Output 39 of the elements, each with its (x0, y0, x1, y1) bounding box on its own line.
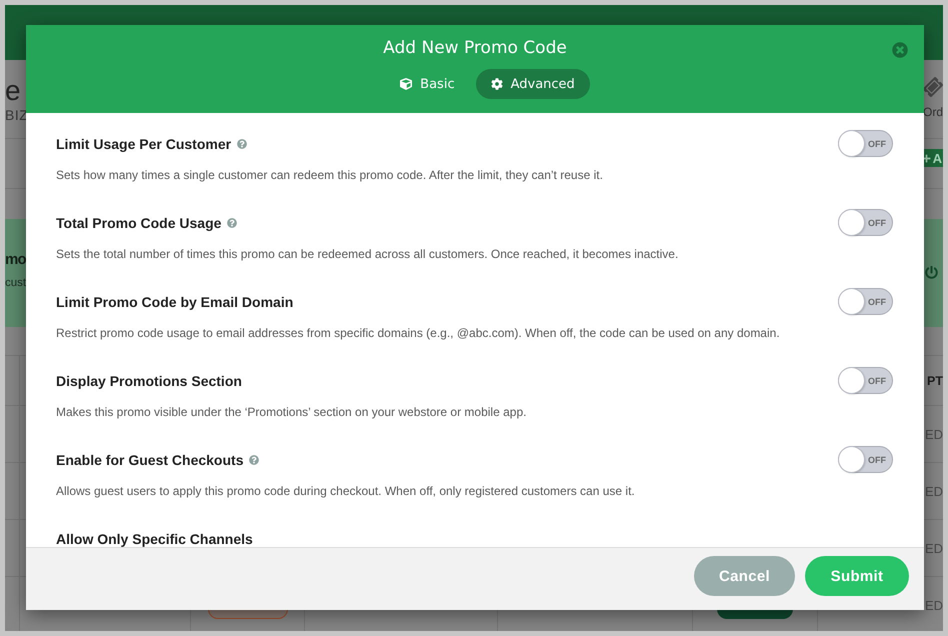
setting-title: Limit Usage Per Customer (56, 136, 232, 152)
setting-description: Sets the total number of times this promo can be redeemed across all customers. Once reached, it becomes inactive. (56, 246, 680, 263)
help-icon[interactable] (237, 138, 248, 148)
table-cell: ED (924, 540, 943, 556)
modal-title: Add New Promo Code (383, 37, 567, 59)
toggle-switch[interactable]: OFF (838, 288, 893, 315)
tab[interactable]: Basic (385, 69, 470, 99)
help-icon[interactable] (227, 218, 238, 228)
close-icon[interactable] (892, 42, 908, 58)
submit-button[interactable]: Submit (805, 556, 909, 596)
cancel-button[interactable]: Cancel (694, 556, 795, 596)
setting-title: Enable for Guest Checkouts (56, 452, 244, 468)
toggle-switch[interactable]: OFF (838, 130, 893, 157)
table-cell: ED (924, 598, 943, 612)
banner-title: mo (5, 250, 26, 270)
setting-description: Allows guest users to apply this promo code during checkout. When off, only registered customers can use it. (56, 483, 636, 500)
gear-icon (490, 78, 503, 90)
setting-title: Allow Only Specific Channels (56, 530, 253, 546)
banner-text: cust (5, 276, 26, 291)
table-cell: ED (924, 426, 943, 442)
toggle-switch[interactable]: OFF (838, 209, 893, 236)
toggle-switch[interactable]: OFF (838, 367, 893, 394)
help-icon[interactable] (249, 454, 260, 464)
setting-title: Total Promo Code Usage (56, 214, 222, 230)
setting-title: Limit Promo Code by Email Domain (56, 294, 294, 310)
setting-description: Restrict promo code usage to email addresses from specific domains (e.g., @abc.com). When off, the code can be used on any domain. (56, 325, 781, 342)
page-heading: e (5, 76, 22, 106)
power-icon[interactable] (925, 266, 938, 279)
cube-icon (400, 78, 412, 90)
column-header: PT (927, 374, 943, 388)
nav-link[interactable]: Ord (923, 60, 943, 138)
toggle-switch[interactable]: OFF (838, 446, 893, 473)
plus-icon (922, 154, 931, 162)
setting-description: Sets how many times a single customer can redeem this promo code. After the limit, they can’t reuse it. (56, 167, 604, 184)
setting-title: Display Promotions Section (56, 372, 242, 388)
page-subheading: BIZ (5, 106, 28, 124)
setting-description: Makes this promo visible under the ‘Promotions’ section on your webstore or mobile app. (56, 404, 528, 421)
table-cell: ED (924, 484, 943, 498)
tab[interactable]: Advanced (476, 69, 590, 99)
